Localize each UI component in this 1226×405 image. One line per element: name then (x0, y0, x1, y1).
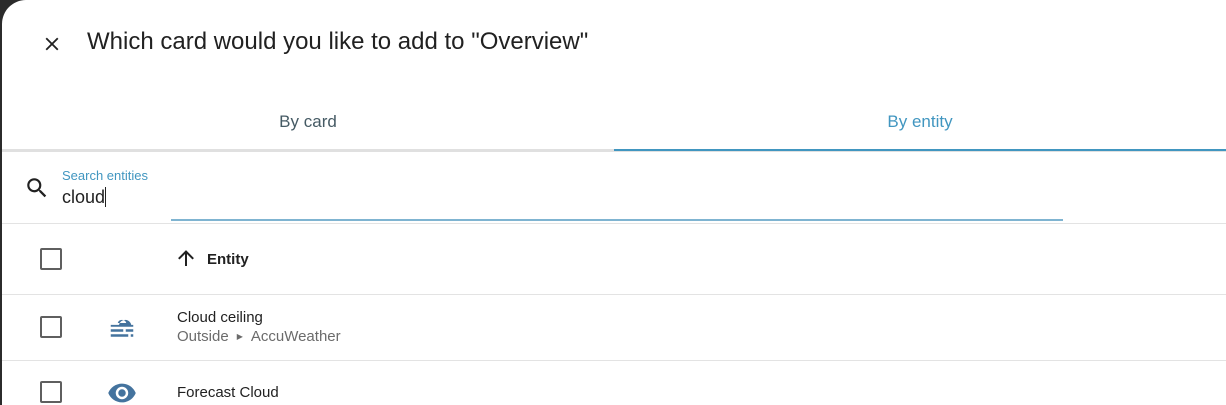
entity-name: Cloud ceiling (177, 309, 263, 326)
dialog-header: Which card would you like to add to "Ove… (2, 0, 1226, 90)
row-checkbox[interactable] (40, 381, 62, 403)
eye-icon (108, 383, 136, 403)
close-button[interactable] (34, 26, 70, 62)
search-field-label: Search entities (62, 168, 148, 183)
weather-fog-icon (110, 319, 134, 337)
column-header-entity[interactable]: Entity (207, 251, 249, 268)
table-header: Entity (2, 224, 1226, 295)
tab-bar: By card By entity (2, 94, 1226, 152)
breadcrumb-separator-icon: ▶ (236, 332, 243, 341)
search-input[interactable] (60, 185, 564, 209)
entity-name: Forecast Cloud (177, 384, 279, 401)
row-checkbox[interactable] (40, 316, 62, 338)
table-row[interactable]: Cloud ceiling Outside ▶ AccuWeather (2, 295, 1226, 361)
entity-integration: AccuWeather (250, 328, 341, 345)
tab-by-card[interactable]: By card (2, 94, 614, 149)
select-all-checkbox[interactable] (40, 248, 62, 270)
search-underline (171, 219, 1063, 221)
close-icon (45, 37, 59, 51)
tab-by-entity[interactable]: By entity (614, 94, 1226, 151)
dialog-title: Which card would you like to add to "Ove… (87, 28, 589, 55)
entity-area: Outside (177, 328, 229, 345)
add-card-dialog: Which card would you like to add to "Ove… (2, 0, 1226, 405)
magnify-icon (27, 178, 47, 198)
entity-context: Outside ▶ AccuWeather (177, 328, 341, 345)
text-caret (105, 187, 106, 207)
arrow-up-icon[interactable] (174, 246, 198, 270)
search-bar: Search entities (2, 155, 1226, 224)
table-row[interactable]: Forecast Cloud (2, 361, 1226, 405)
